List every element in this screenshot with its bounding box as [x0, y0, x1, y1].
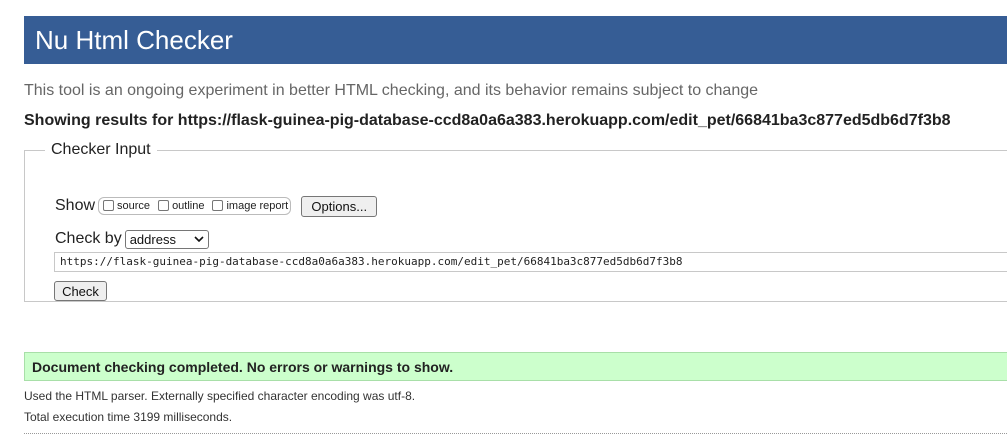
- show-source-option[interactable]: source: [103, 199, 151, 212]
- outline-checkbox-label: outline: [172, 200, 205, 212]
- checker-input-legend: Checker Input: [51, 141, 151, 158]
- outline-checkbox[interactable]: [158, 199, 170, 211]
- check-by-row: Check by address: [55, 228, 209, 250]
- options-button[interactable]: Options...: [301, 195, 378, 217]
- execution-time: Total execution time 3199 milliseconds.: [24, 410, 233, 424]
- check-by-select[interactable]: address: [124, 229, 209, 249]
- chevron-down-icon: [194, 236, 204, 242]
- results-for-heading: Showing results for https://flask-guinea…: [24, 112, 951, 129]
- parser-info: Used the HTML parser. Externally specifi…: [24, 389, 416, 403]
- show-label: Show: [55, 197, 96, 214]
- check-button[interactable]: Check: [54, 281, 107, 301]
- success-message: Document checking completed. No errors o…: [24, 352, 1007, 381]
- check-by-selected-value: address: [129, 231, 176, 247]
- app-header: Nu Html Checker: [24, 16, 1007, 64]
- show-outline-option[interactable]: outline: [158, 199, 205, 212]
- intro-text: This tool is an ongoing experiment in be…: [24, 82, 759, 99]
- url-input[interactable]: https://flask-guinea-pig-database-ccd8a0…: [54, 252, 1007, 272]
- show-row: Show source outline image report Options…: [55, 195, 378, 217]
- source-checkbox[interactable]: [103, 199, 115, 211]
- checker-input-fieldset: Checker Input Show source outline image …: [24, 141, 1007, 302]
- show-options-group: source outline image report: [98, 197, 292, 215]
- source-checkbox-label: source: [117, 200, 151, 212]
- divider: [24, 433, 1007, 434]
- image-report-checkbox[interactable]: [212, 199, 224, 211]
- page-title: Nu Html Checker: [35, 25, 233, 55]
- image-report-checkbox-label: image report: [226, 200, 289, 212]
- show-image-report-option[interactable]: image report: [212, 199, 289, 212]
- check-by-label: Check by: [55, 230, 122, 247]
